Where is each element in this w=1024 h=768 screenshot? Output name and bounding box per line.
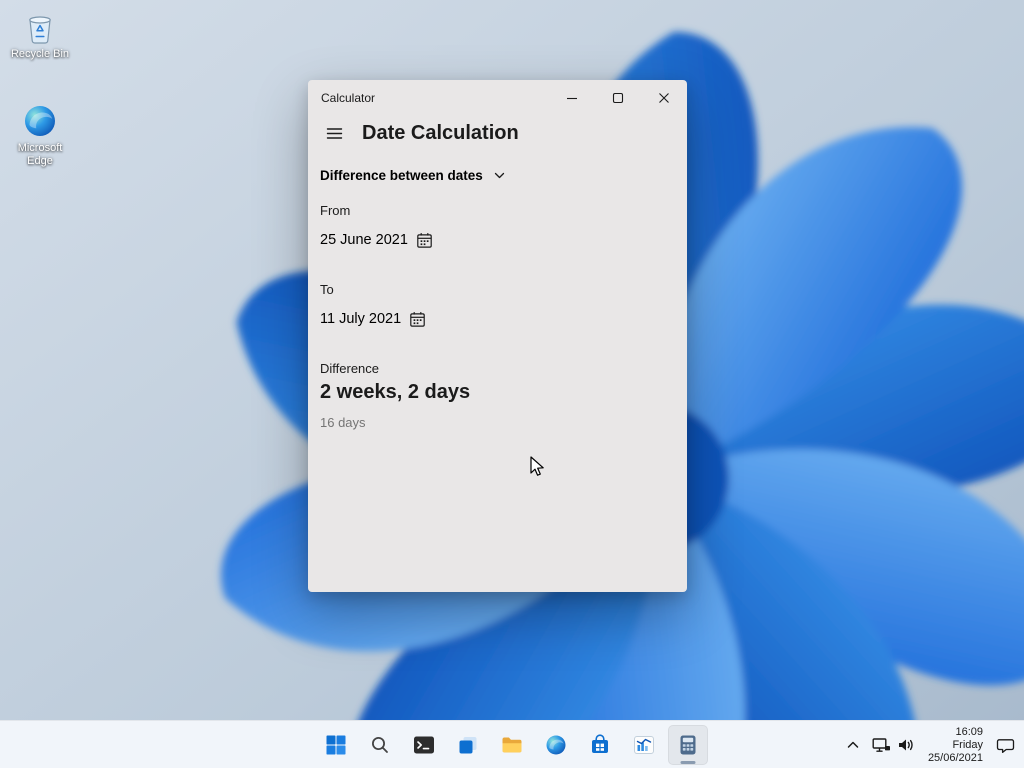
- recycle-bin-icon: [29, 16, 51, 44]
- terminal-icon: [414, 736, 434, 754]
- taskbar: 16:09 Friday 25/06/2021: [0, 720, 1024, 768]
- minimize-button[interactable]: [549, 80, 595, 116]
- file-explorer-icon: [502, 737, 522, 753]
- calculator-window: Calculator Date Calculation Difference b…: [308, 80, 687, 592]
- desktop-icon-label: Microsoft Edge: [17, 142, 63, 167]
- from-label: From: [320, 203, 351, 218]
- calendar-icon: [417, 232, 432, 248]
- difference-value: 2 weeks, 2 days: [320, 381, 471, 403]
- close-button[interactable]: [641, 80, 687, 116]
- calendar-icon: [410, 311, 425, 327]
- menu-button[interactable]: [320, 120, 348, 146]
- desktop-icon-recycle-bin[interactable]: Recycle Bin: [4, 9, 76, 61]
- running-app-indicator: [680, 761, 696, 764]
- show-hidden-icons-button[interactable]: [839, 725, 867, 765]
- clock-time: 16:09: [955, 725, 983, 738]
- edge-button[interactable]: [536, 725, 576, 765]
- from-date-picker[interactable]: 25 June 2021: [320, 230, 433, 250]
- edge-logo-icon: [25, 106, 55, 136]
- to-date-value: 11 July 2021: [320, 311, 402, 327]
- clock[interactable]: 16:09 Friday 25/06/2021: [920, 725, 991, 765]
- maximize-button[interactable]: [595, 80, 641, 116]
- task-manager-button[interactable]: [624, 725, 664, 765]
- mode-selector-label: Difference between dates: [320, 167, 483, 183]
- difference-label: Difference: [320, 361, 380, 376]
- close-icon: [659, 93, 669, 103]
- mode-selector[interactable]: Difference between dates: [320, 165, 506, 185]
- chevron-up-icon: [847, 741, 859, 748]
- taskbar-app-group: [316, 725, 708, 765]
- file-explorer-button[interactable]: [492, 725, 532, 765]
- volume-icon: [898, 739, 913, 751]
- to-label: To: [320, 282, 334, 297]
- desktop-icon-microsoft-edge[interactable]: Microsoft Edge: [4, 103, 76, 168]
- performance-chart-icon: [634, 736, 654, 754]
- notifications-button[interactable]: [991, 725, 1020, 765]
- from-date-value: 25 June 2021: [320, 232, 408, 248]
- page-title: Date Calculation: [362, 121, 519, 144]
- desktop-icon-label: Recycle Bin: [10, 48, 70, 60]
- calculator-button[interactable]: [668, 725, 708, 765]
- mouse-cursor: [530, 456, 544, 476]
- window-title: Calculator: [321, 91, 376, 105]
- difference-detail-days: 16 days: [320, 415, 366, 430]
- terminal-button[interactable]: [404, 725, 444, 765]
- titlebar[interactable]: Calculator: [308, 80, 687, 116]
- windows-start-icon: [326, 735, 346, 755]
- hamburger-icon: [326, 127, 342, 139]
- task-view-icon: [459, 737, 477, 754]
- calculator-content: Date Calculation Difference between date…: [308, 116, 687, 592]
- to-date-picker[interactable]: 11 July 2021: [320, 309, 426, 329]
- network-icon: [872, 737, 890, 752]
- store-icon: [592, 734, 608, 753]
- store-button[interactable]: [580, 725, 620, 765]
- maximize-icon: [612, 92, 624, 104]
- calculator-icon: [680, 735, 696, 755]
- notifications-icon: [996, 738, 1015, 753]
- minimize-icon: [567, 97, 577, 100]
- task-view-button[interactable]: [448, 725, 488, 765]
- network-volume-button[interactable]: [867, 725, 920, 765]
- edge-icon: [546, 735, 566, 755]
- system-tray: 16:09 Friday 25/06/2021: [839, 725, 1020, 765]
- search-icon: [372, 737, 388, 753]
- chevron-down-icon: [494, 172, 504, 178]
- start-button[interactable]: [316, 725, 356, 765]
- clock-date: 25/06/2021: [927, 751, 983, 764]
- clock-day: Friday: [952, 738, 983, 751]
- search-button[interactable]: [360, 725, 400, 765]
